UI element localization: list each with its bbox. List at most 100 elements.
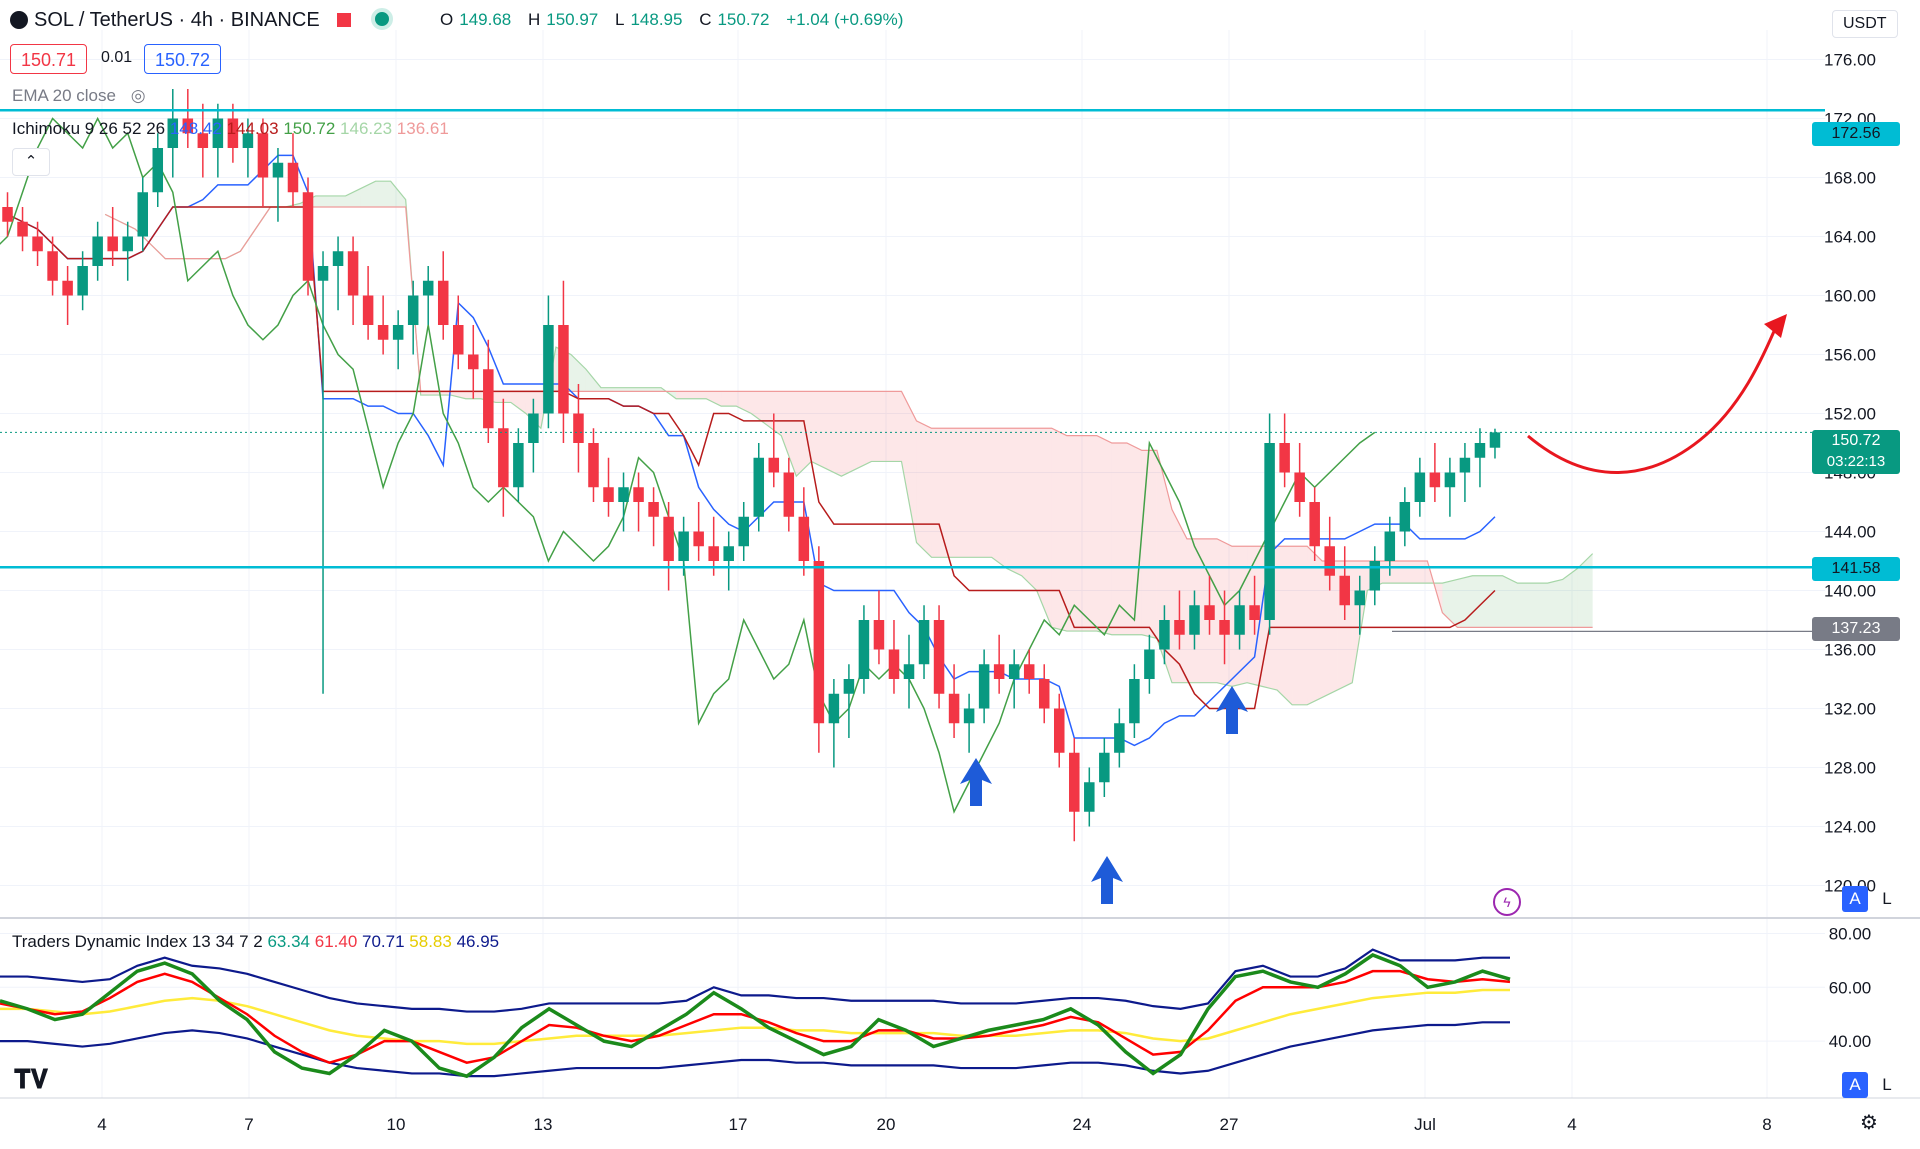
candle-body (828, 693, 840, 724)
y-tick-label: 132.00 (1824, 700, 1876, 719)
tdi-legend[interactable]: Traders Dynamic Index 13 34 7 2 63.34 61… (12, 932, 499, 952)
ema-legend[interactable]: EMA 20 close ◎ (12, 86, 146, 106)
candle-body (32, 236, 43, 252)
cloud-segment (1397, 561, 1413, 584)
cloud-segment (886, 391, 902, 462)
flag-icon[interactable] (337, 13, 352, 27)
x-tick-label: Jul (1414, 1115, 1436, 1134)
cloud-segment (721, 391, 737, 407)
tdi-auto-scale-button[interactable]: A (1842, 1072, 1868, 1098)
cloud-segment (871, 391, 887, 462)
symbol-title[interactable]: SOL / TetherUS · 4h · BINANCE (10, 8, 393, 32)
blue-up-arrow-icon (1091, 856, 1123, 904)
candle-body (468, 354, 479, 370)
candle-body (963, 708, 975, 724)
candle-body (1144, 649, 1155, 679)
x-tick-label: 4 (97, 1115, 106, 1134)
x-tick-label: 8 (1762, 1115, 1771, 1134)
candle-body (407, 295, 419, 325)
candle-body (1309, 502, 1320, 547)
cloud-segment (976, 428, 992, 558)
projection-curve (1527, 321, 1780, 474)
cloud-segment (1126, 443, 1142, 635)
candle-body (573, 413, 584, 443)
candle-body (1069, 752, 1080, 812)
candle-body (1084, 782, 1095, 812)
x-tick-label: 4 (1567, 1115, 1576, 1134)
settings-gear-icon[interactable]: ⚙ (1860, 1110, 1878, 1135)
candle-body (1384, 531, 1396, 561)
candle-body (1324, 546, 1335, 576)
candle-body (558, 325, 569, 414)
candle-body (1204, 605, 1215, 620)
cloud-segment (345, 188, 361, 207)
tdi-log-scale-button[interactable]: L (1874, 1072, 1900, 1098)
ichimoku-legend[interactable]: Ichimoku 9 26 52 26 148.42 144.03 150.72… (12, 119, 449, 139)
y-tick-label: 164.00 (1824, 228, 1876, 247)
candle-body (332, 251, 344, 266)
cloud-segment (390, 181, 406, 207)
tradingview-logo[interactable]: 𝐓𝐕 (14, 1064, 48, 1096)
candle-body (62, 280, 73, 296)
candle-body (708, 546, 719, 561)
candle-body (107, 236, 118, 252)
candle-body (377, 325, 389, 340)
candle-body (1429, 472, 1441, 488)
candle-body (648, 502, 659, 517)
candles (2, 89, 1501, 842)
lightning-icon[interactable]: ϟ (1493, 888, 1521, 916)
currency-selector[interactable]: USDT (1832, 10, 1898, 38)
candle-body (813, 561, 825, 724)
support-price-label: 141.58 (1812, 557, 1900, 581)
candle-body (287, 162, 299, 193)
horizontal-levels (0, 108, 1825, 632)
cloud-segment (1051, 428, 1067, 632)
chart-canvas[interactable]: 80.0060.0040.00 176.00172.00168.00164.00… (0, 0, 1920, 1149)
cloud-segment (1547, 579, 1563, 628)
cloud-segment (991, 428, 1007, 569)
candle-body (1114, 723, 1125, 753)
axes: 176.00172.00168.00164.00160.00156.00152.… (0, 51, 1920, 1134)
candle-body (618, 487, 629, 502)
candle-body (738, 516, 749, 547)
y-tick-label: 144.00 (1824, 523, 1876, 542)
sell-button[interactable]: 150.71 (10, 44, 88, 74)
candle-body (122, 236, 133, 252)
resistance-price-label: 172.56 (1812, 122, 1900, 146)
candle-body (392, 325, 404, 340)
candle-body (1339, 575, 1350, 606)
candle-body (483, 369, 494, 429)
x-tick-label: 17 (729, 1115, 748, 1134)
candle-body (723, 546, 734, 561)
candle-body (543, 325, 554, 414)
cloud-segment (1081, 435, 1097, 632)
cloud-segment (315, 195, 331, 207)
cloud-segment (916, 420, 932, 558)
candle-body (588, 443, 599, 488)
candle-body (528, 413, 539, 443)
y-tick-label: 176.00 (1824, 51, 1876, 70)
auto-scale-button[interactable]: A (1842, 886, 1868, 912)
candle-body (17, 221, 28, 237)
candle-body (1249, 605, 1260, 620)
candle-body (1354, 590, 1366, 606)
candle-body (317, 266, 329, 281)
cloud-segment (826, 391, 842, 477)
hidden-eye-icon[interactable]: ◎ (131, 86, 146, 105)
cloud-segment (1066, 435, 1082, 632)
cloud-segment (375, 181, 391, 207)
cloud-segment (1412, 561, 1428, 584)
tdi-y-tick-label: 40.00 (1829, 1032, 1872, 1051)
current-price-label: 150.72 03:22:13 (1812, 430, 1900, 474)
cloud-segment (1502, 575, 1518, 628)
y-tick-label: 136.00 (1824, 641, 1876, 660)
candle-body (948, 693, 960, 724)
buy-button[interactable]: 150.72 (144, 44, 222, 74)
collapse-legend-button[interactable]: ⌃ (12, 148, 50, 176)
candle-body (1459, 457, 1471, 473)
blue-up-arrow-icon (1216, 686, 1248, 734)
log-scale-button[interactable]: L (1874, 886, 1900, 912)
cloud-segment (1096, 435, 1112, 635)
candle-body (1008, 664, 1020, 679)
candle-body (272, 162, 284, 178)
